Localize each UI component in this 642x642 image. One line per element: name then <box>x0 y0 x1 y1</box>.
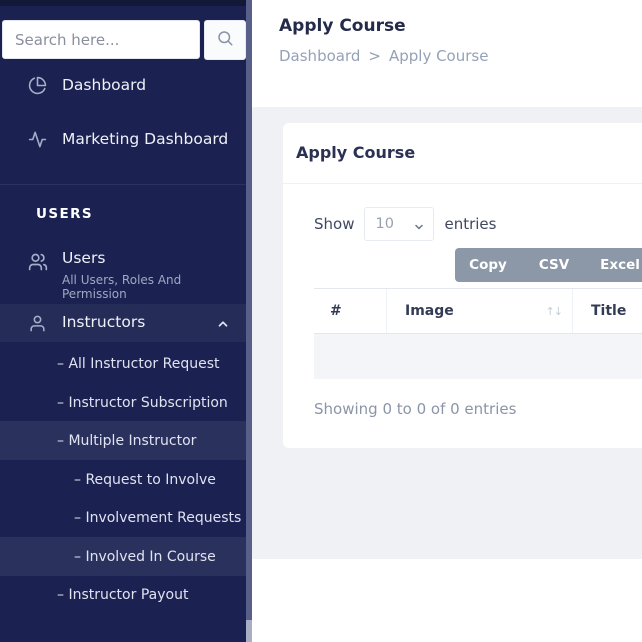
table-header-row: # Image ↑↓ Title <box>314 288 642 334</box>
subitem-label: – Instructor Subscription <box>57 395 228 411</box>
chevron-up-icon <box>216 316 230 335</box>
show-label: Show <box>314 215 354 233</box>
page-size-select[interactable]: 10 <box>364 207 434 241</box>
breadcrumb-dashboard[interactable]: Dashboard <box>279 47 360 65</box>
subitem-label: – All Instructor Request <box>57 356 220 372</box>
activity-icon <box>28 129 48 149</box>
sidebar-subitem-request-to-involve[interactable]: – Request to Involve <box>0 460 246 499</box>
breadcrumb-separator: > <box>368 47 381 65</box>
content-body: Apply Course Show 10 entries <box>252 107 642 559</box>
sidebar-item-label: Instructors <box>62 313 145 331</box>
subitem-label: – Involvement Requests <box>74 510 241 526</box>
sidebar-item-label: Dashboard <box>62 76 146 94</box>
entries-label: entries <box>444 215 496 233</box>
sidebar-item-dashboard[interactable]: Dashboard <box>0 65 246 105</box>
table-empty-row <box>314 334 642 379</box>
column-label: Title <box>591 303 626 319</box>
sort-arrows-icon[interactable]: ↑↓ <box>546 305 562 318</box>
breadcrumb-current: Apply Course <box>389 47 489 65</box>
subitem-label: – Multiple Instructor <box>57 433 196 449</box>
sidebar-subitem-all-instructor-request[interactable]: – All Instructor Request <box>0 344 246 383</box>
search-icon <box>216 29 234 51</box>
copy-button[interactable]: Copy <box>455 248 521 282</box>
csv-button[interactable]: CSV <box>521 248 587 282</box>
excel-button[interactable]: Excel <box>587 248 642 282</box>
sidebar-subitem-multiple-instructor[interactable]: – Multiple Instructor <box>0 421 246 460</box>
card-title: Apply Course <box>296 143 415 162</box>
subitem-label: – Request to Involve <box>74 472 216 488</box>
admin-screen: Dashboard Marketing Dashboard USERS User… <box>0 0 642 642</box>
main-content: Apply Course Dashboard > Apply Course Ap… <box>252 0 642 642</box>
sidebar-item-instructors[interactable]: Instructors <box>0 304 246 342</box>
page-header: Apply Course Dashboard > Apply Course <box>252 0 642 107</box>
sidebar-item-users[interactable]: Users All Users, Roles And Permission <box>0 242 246 300</box>
search-button[interactable] <box>204 20 246 60</box>
sidebar-subitem-involved-in-course[interactable]: – Involved In Course <box>0 537 246 576</box>
sidebar-item-label: Users <box>62 249 105 267</box>
apply-course-card: Apply Course Show 10 entries <box>283 123 642 448</box>
page-length-control: Show 10 entries <box>314 207 496 241</box>
breadcrumb: Dashboard > Apply Course <box>279 47 488 65</box>
sidebar-subitem-instructor-subscription[interactable]: – Instructor Subscription <box>0 383 246 422</box>
sidebar-subitem-involvement-requests[interactable]: – Involvement Requests <box>0 498 246 537</box>
pie-chart-icon <box>28 75 48 95</box>
table-info-text: Showing 0 to 0 of 0 entries <box>314 400 516 418</box>
page-title: Apply Course <box>279 16 406 36</box>
subitem-label: – Instructor Payout <box>57 587 188 603</box>
sidebar-item-label: Marketing Dashboard <box>62 130 228 148</box>
sidebar-item-subtitle: All Users, Roles And Permission <box>62 273 246 301</box>
column-header-title[interactable]: Title <box>573 289 642 333</box>
sidebar-divider <box>0 184 246 185</box>
sidebar-top-strip <box>0 0 246 6</box>
subitem-label: – Involved In Course <box>74 549 216 565</box>
page-size-value: 10 <box>375 216 393 232</box>
apply-course-table: # Image ↑↓ Title <box>314 288 642 379</box>
users-icon <box>28 252 48 272</box>
chevron-down-icon <box>413 218 425 237</box>
sidebar-item-marketing-dashboard[interactable]: Marketing Dashboard <box>0 119 246 159</box>
column-label: Image <box>405 303 454 319</box>
column-header-image[interactable]: Image ↑↓ <box>387 289 573 333</box>
sidebar-subitem-instructor-payout[interactable]: – Instructor Payout <box>0 575 246 614</box>
sidebar-section-users: USERS <box>36 206 93 222</box>
column-header-number: # <box>314 289 387 333</box>
user-icon <box>28 313 48 333</box>
search-input[interactable] <box>2 20 200 59</box>
card-header: Apply Course <box>283 123 642 184</box>
sidebar: Dashboard Marketing Dashboard USERS User… <box>0 0 246 642</box>
export-button-group: Copy CSV Excel <box>455 248 642 282</box>
sidebar-search <box>2 20 246 60</box>
